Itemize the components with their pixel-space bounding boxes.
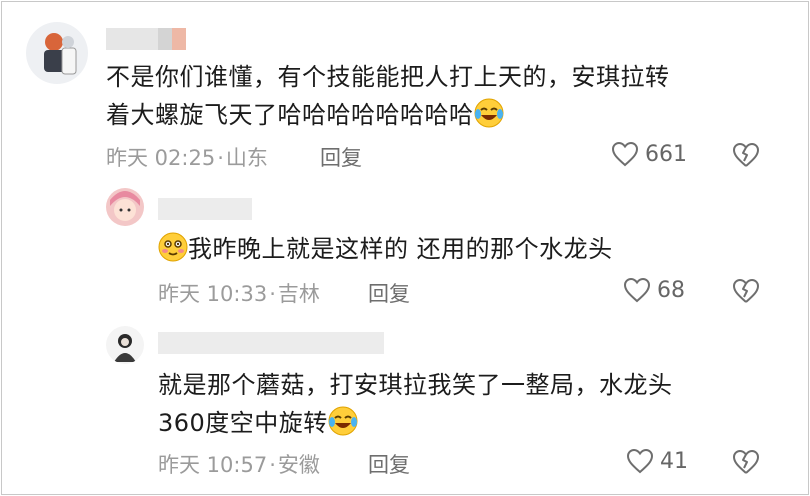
separator: ·	[217, 146, 224, 170]
broken-heart-icon	[733, 143, 759, 167]
dislike-button[interactable]	[731, 449, 761, 479]
heart-icon	[626, 448, 654, 474]
comment-time: 昨天 02:25	[106, 146, 216, 170]
comment-line: 不是你们谁懂，有个技能能把人打上天的，安琪拉转	[106, 63, 670, 91]
comment-line: 我昨晚上就是这样的 还用的那个水龙头	[188, 235, 613, 263]
username-redacted	[158, 198, 252, 220]
comment-time: 昨天 10:57	[158, 453, 268, 477]
comment-meta: 昨天 10:57·安徽	[158, 449, 320, 479]
like-button[interactable]: 41	[626, 448, 688, 474]
broken-heart-icon	[733, 279, 759, 303]
comment-location: 安徽	[277, 453, 320, 477]
heart-icon	[611, 141, 639, 167]
comment-line: 360度空中旋转	[158, 409, 328, 437]
comment-meta: 昨天 10:33·吉林	[158, 278, 320, 308]
heart-icon	[623, 277, 651, 303]
broken-heart-icon	[733, 450, 759, 474]
comment-thread: 不是你们谁懂，有个技能能把人打上天的，安琪拉转 着大螺旋飞天了哈哈哈哈哈哈哈哈 …	[1, 1, 809, 495]
laugh-cry-emoji	[474, 98, 504, 128]
username-redacted	[158, 332, 384, 354]
comment-text: 我昨晚上就是这样的 还用的那个水龙头	[158, 230, 613, 268]
comment-text: 不是你们谁懂，有个技能能把人打上天的，安琪拉转 着大螺旋飞天了哈哈哈哈哈哈哈哈	[106, 58, 670, 134]
reply-button[interactable]: 回复	[320, 142, 362, 172]
reply-button[interactable]: 回复	[368, 278, 410, 308]
comment-meta: 昨天 02:25·山东	[106, 142, 268, 172]
like-count: 41	[660, 448, 688, 474]
comment-text: 就是那个蘑菇，打安琪拉我笑了一整局，水龙头 360度空中旋转	[158, 366, 673, 442]
laugh-cry-emoji	[328, 406, 358, 436]
like-count: 661	[645, 141, 687, 167]
dislike-button[interactable]	[731, 278, 761, 308]
separator: ·	[269, 282, 276, 306]
comment-time: 昨天 10:33	[158, 282, 268, 306]
comment-line: 就是那个蘑菇，打安琪拉我笑了一整局，水龙头	[158, 371, 673, 399]
reply-button[interactable]: 回复	[368, 449, 410, 479]
like-button[interactable]: 661	[611, 141, 687, 167]
dislike-button[interactable]	[731, 142, 761, 172]
like-button[interactable]: 68	[623, 277, 685, 303]
comment-line: 着大螺旋飞天了哈哈哈哈哈哈哈哈	[106, 101, 474, 129]
username-redacted	[106, 28, 186, 50]
comment-location: 吉林	[277, 282, 320, 306]
separator: ·	[269, 453, 276, 477]
like-count: 68	[657, 277, 685, 303]
comment-location: 山东	[225, 146, 268, 170]
avatar[interactable]	[106, 326, 144, 364]
avatar[interactable]	[106, 188, 144, 226]
blush-emoji	[158, 232, 188, 262]
avatar[interactable]	[26, 22, 88, 84]
